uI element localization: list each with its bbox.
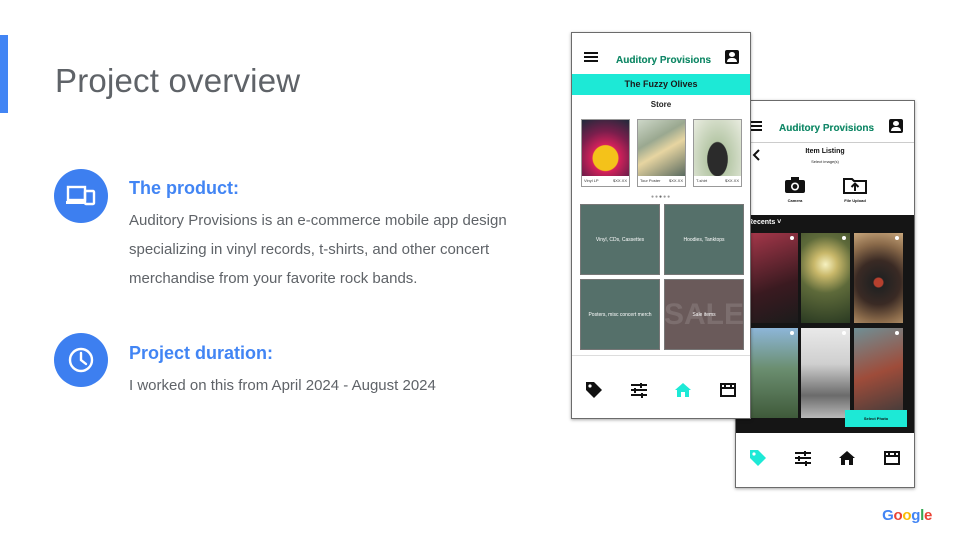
app-title: Auditory Provisions <box>779 123 875 134</box>
screen-title: Item Listing <box>805 148 845 155</box>
camera-option[interactable]: Camera <box>773 176 817 203</box>
bottom-nav <box>736 447 914 469</box>
nav-store-icon[interactable] <box>717 379 739 401</box>
product-description: Auditory Provisions is an e-commerce mob… <box>129 212 507 287</box>
upload-label: File Upload <box>844 198 866 203</box>
recents-text: Recents <box>748 219 776 226</box>
google-logo-letter: g <box>911 507 921 524</box>
menu-icon[interactable] <box>584 52 598 62</box>
product-price: $XX.XX <box>724 178 739 183</box>
phone-mockup-item-listing: Auditory Provisions Item Listing Select … <box>735 100 915 488</box>
sale-watermark: SALE <box>664 297 745 331</box>
category-tile-vinyl[interactable]: Vinyl, CDs, Cassettes <box>580 204 660 275</box>
category-label: Posters, misc concert merch <box>588 311 652 318</box>
nav-home-icon[interactable] <box>836 447 858 469</box>
nav-store-icon[interactable] <box>881 447 903 469</box>
duration-description: I worked on this from April 2024 - Augus… <box>129 377 436 394</box>
product-card-tshirt[interactable]: T-shirt $XX.XX <box>693 119 742 187</box>
nav-tag-icon[interactable] <box>583 379 605 401</box>
screen-subtitle: Select image(s) <box>811 159 839 164</box>
duration-heading: Project duration: <box>129 343 274 363</box>
product-image <box>638 120 685 176</box>
phone-mockup-store: Auditory Provisions The Fuzzy Olives Sto… <box>571 32 751 419</box>
camera-label: Camera <box>787 198 803 203</box>
account-icon[interactable] <box>725 50 739 64</box>
product-card-poster[interactable]: Tour Poster $XX.XX <box>637 119 686 187</box>
gallery-photo-vinyl[interactable] <box>854 233 903 323</box>
carousel-dots[interactable]: ●●●●● <box>651 194 671 200</box>
gallery-photo-dog[interactable] <box>749 233 798 323</box>
gallery-photo-mountains[interactable] <box>749 328 798 418</box>
nav-tag-icon[interactable] <box>747 447 769 469</box>
nav-home-icon[interactable] <box>672 379 694 401</box>
bottom-nav <box>572 379 750 401</box>
slide-title: Project overview <box>55 62 301 99</box>
recents-label[interactable]: Recents ˅ <box>748 219 781 226</box>
gallery-photo-tree[interactable] <box>801 233 850 323</box>
store-label: Store <box>650 100 672 109</box>
product-name: Tour Poster <box>640 178 661 183</box>
gallery-photo-house[interactable] <box>801 328 850 418</box>
category-tile-posters[interactable]: Posters, misc concert merch <box>580 279 660 350</box>
upload-icon <box>843 178 867 194</box>
google-logo-letter: G <box>882 507 894 524</box>
product-image <box>694 120 741 176</box>
google-logo-letter: e <box>923 507 932 524</box>
camera-icon <box>785 177 805 193</box>
band-name-banner: The Fuzzy Olives <box>572 74 750 95</box>
product-image <box>582 120 629 176</box>
select-photo-button[interactable]: Select Photo <box>845 410 907 427</box>
product-price: $XX.XX <box>668 178 683 183</box>
product-name: T-shirt <box>696 178 708 183</box>
app-title: Auditory Provisions <box>616 55 712 66</box>
nav-filter-icon[interactable] <box>792 447 814 469</box>
accent-bar <box>0 35 8 113</box>
clock-icon <box>54 333 108 387</box>
product-price: $XX.XX <box>612 178 627 183</box>
category-tile-sale[interactable]: SALE Sale items <box>664 279 744 350</box>
google-logo-letter: o <box>893 507 903 524</box>
product-heading: The product: <box>129 178 239 198</box>
category-label: Vinyl, CDs, Cassettes <box>595 236 645 243</box>
devices-icon <box>54 169 108 223</box>
google-logo-letter: o <box>902 507 912 524</box>
gallery-photo-diner[interactable] <box>854 328 903 418</box>
nav-filter-icon[interactable] <box>628 379 650 401</box>
product-name: Vinyl LP <box>584 178 599 183</box>
category-label: Hoodies, Tanktops <box>683 236 725 243</box>
category-tile-hoodies[interactable]: Hoodies, Tanktops <box>664 204 744 275</box>
google-logo: Google <box>882 507 932 524</box>
product-card-vinyl[interactable]: Vinyl LP $XX.XX <box>581 119 630 187</box>
account-icon[interactable] <box>889 119 903 133</box>
file-upload-option[interactable]: File Upload <box>833 176 877 203</box>
